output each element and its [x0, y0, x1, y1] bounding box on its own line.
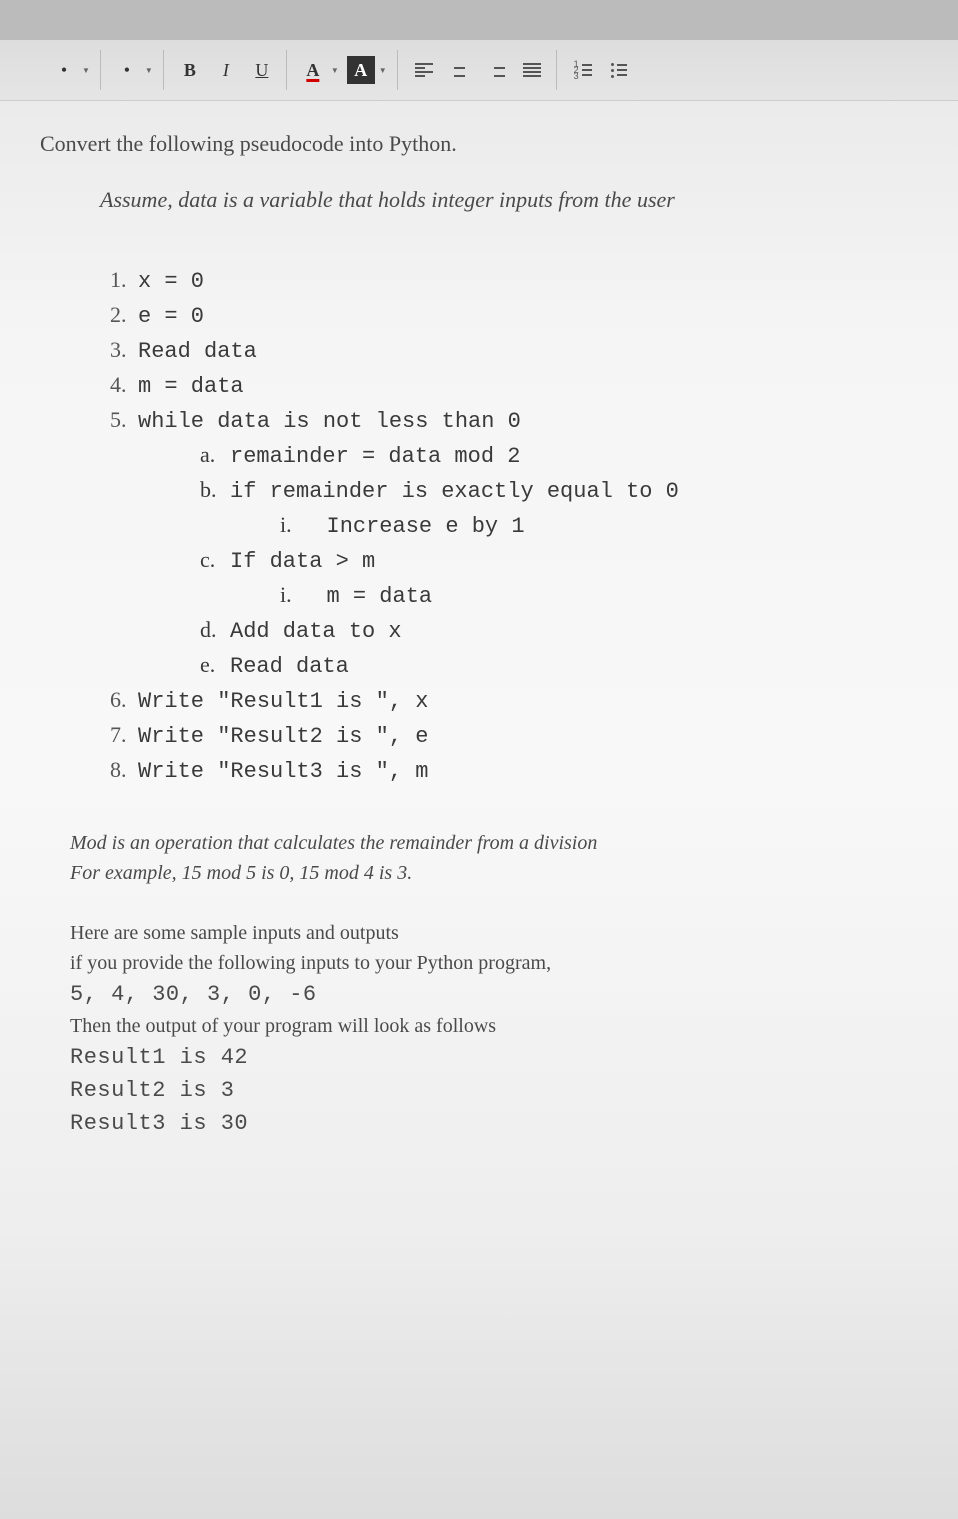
bold-button[interactable]: B — [176, 56, 204, 84]
align-left-button[interactable] — [410, 56, 438, 84]
document-page: • ▼ • ▼ B I U A ▼ A ▼ 123 — [0, 0, 958, 1519]
pseudo-line: 6.Write "Result1 is ", x — [110, 683, 918, 718]
pseudo-line: d.Add data to x — [110, 613, 918, 648]
pseudo-line: 2.e = 0 — [110, 298, 918, 333]
sample-output-2: Result2 is 3 — [70, 1074, 918, 1107]
toolbar-group-align — [400, 50, 557, 90]
pseudo-line: 8.Write "Result3 is ", m — [110, 753, 918, 788]
toolbar-unknown-2[interactable]: • — [113, 56, 141, 84]
bullet-list-button[interactable] — [605, 56, 633, 84]
toolbar-group-lists: 123 — [559, 50, 643, 90]
pseudocode-block: 1.x = 0 2.e = 0 3.Read data 4.m = data 5… — [110, 263, 918, 788]
italic-button[interactable]: I — [212, 56, 240, 84]
align-justify-button[interactable] — [518, 56, 546, 84]
highlight-button[interactable]: A — [347, 56, 375, 84]
pseudo-line: 3.Read data — [110, 333, 918, 368]
pseudo-line: c.If data > m — [110, 543, 918, 578]
toolbar-group-misc2: • ▼ — [103, 50, 164, 90]
dropdown-arrow-icon: ▼ — [331, 66, 339, 75]
dropdown-arrow-icon: ▼ — [145, 66, 153, 75]
pseudo-line: e.Read data — [110, 648, 918, 683]
question-title: Convert the following pseudocode into Py… — [40, 131, 918, 157]
sample-heading: Here are some sample inputs and outputs — [70, 918, 918, 948]
font-color-button[interactable]: A — [299, 56, 327, 84]
sample-inputs: 5, 4, 30, 3, 0, -6 — [70, 978, 918, 1011]
sample-output-1: Result1 is 42 — [70, 1041, 918, 1074]
pseudo-line: i. m = data — [110, 578, 918, 613]
formatting-toolbar: • ▼ • ▼ B I U A ▼ A ▼ 123 — [0, 40, 958, 101]
mod-explanation: Mod is an operation that calculates the … — [70, 828, 918, 888]
sample-then: Then the output of your program will loo… — [70, 1011, 918, 1041]
pseudo-line: a.remainder = data mod 2 — [110, 438, 918, 473]
align-right-button[interactable] — [482, 56, 510, 84]
align-center-button[interactable] — [446, 56, 474, 84]
pseudo-line: b.if remainder is exactly equal to 0 — [110, 473, 918, 508]
pseudo-line: 4.m = data — [110, 368, 918, 403]
assumption-text: Assume, data is a variable that holds in… — [100, 187, 918, 213]
toolbar-group-misc: • ▼ — [40, 50, 101, 90]
sample-output-3: Result3 is 30 — [70, 1107, 918, 1140]
toolbar-unknown-1[interactable]: • — [50, 56, 78, 84]
sample-if: if you provide the following inputs to y… — [70, 948, 918, 978]
pseudo-line: i. Increase e by 1 — [110, 508, 918, 543]
pseudo-line: 1.x = 0 — [110, 263, 918, 298]
pseudo-line: 7.Write "Result2 is ", e — [110, 718, 918, 753]
toolbar-group-font-style: B I U — [166, 50, 287, 90]
pseudo-line: 5.while data is not less than 0 — [110, 403, 918, 438]
numbered-list-button[interactable]: 123 — [569, 56, 597, 84]
dropdown-arrow-icon: ▼ — [82, 66, 90, 75]
dropdown-arrow-icon: ▼ — [379, 66, 387, 75]
underline-button[interactable]: U — [248, 56, 276, 84]
notes-section: Mod is an operation that calculates the … — [70, 828, 918, 1140]
toolbar-group-color: A ▼ A ▼ — [289, 50, 398, 90]
document-body[interactable]: Convert the following pseudocode into Py… — [0, 101, 958, 1160]
